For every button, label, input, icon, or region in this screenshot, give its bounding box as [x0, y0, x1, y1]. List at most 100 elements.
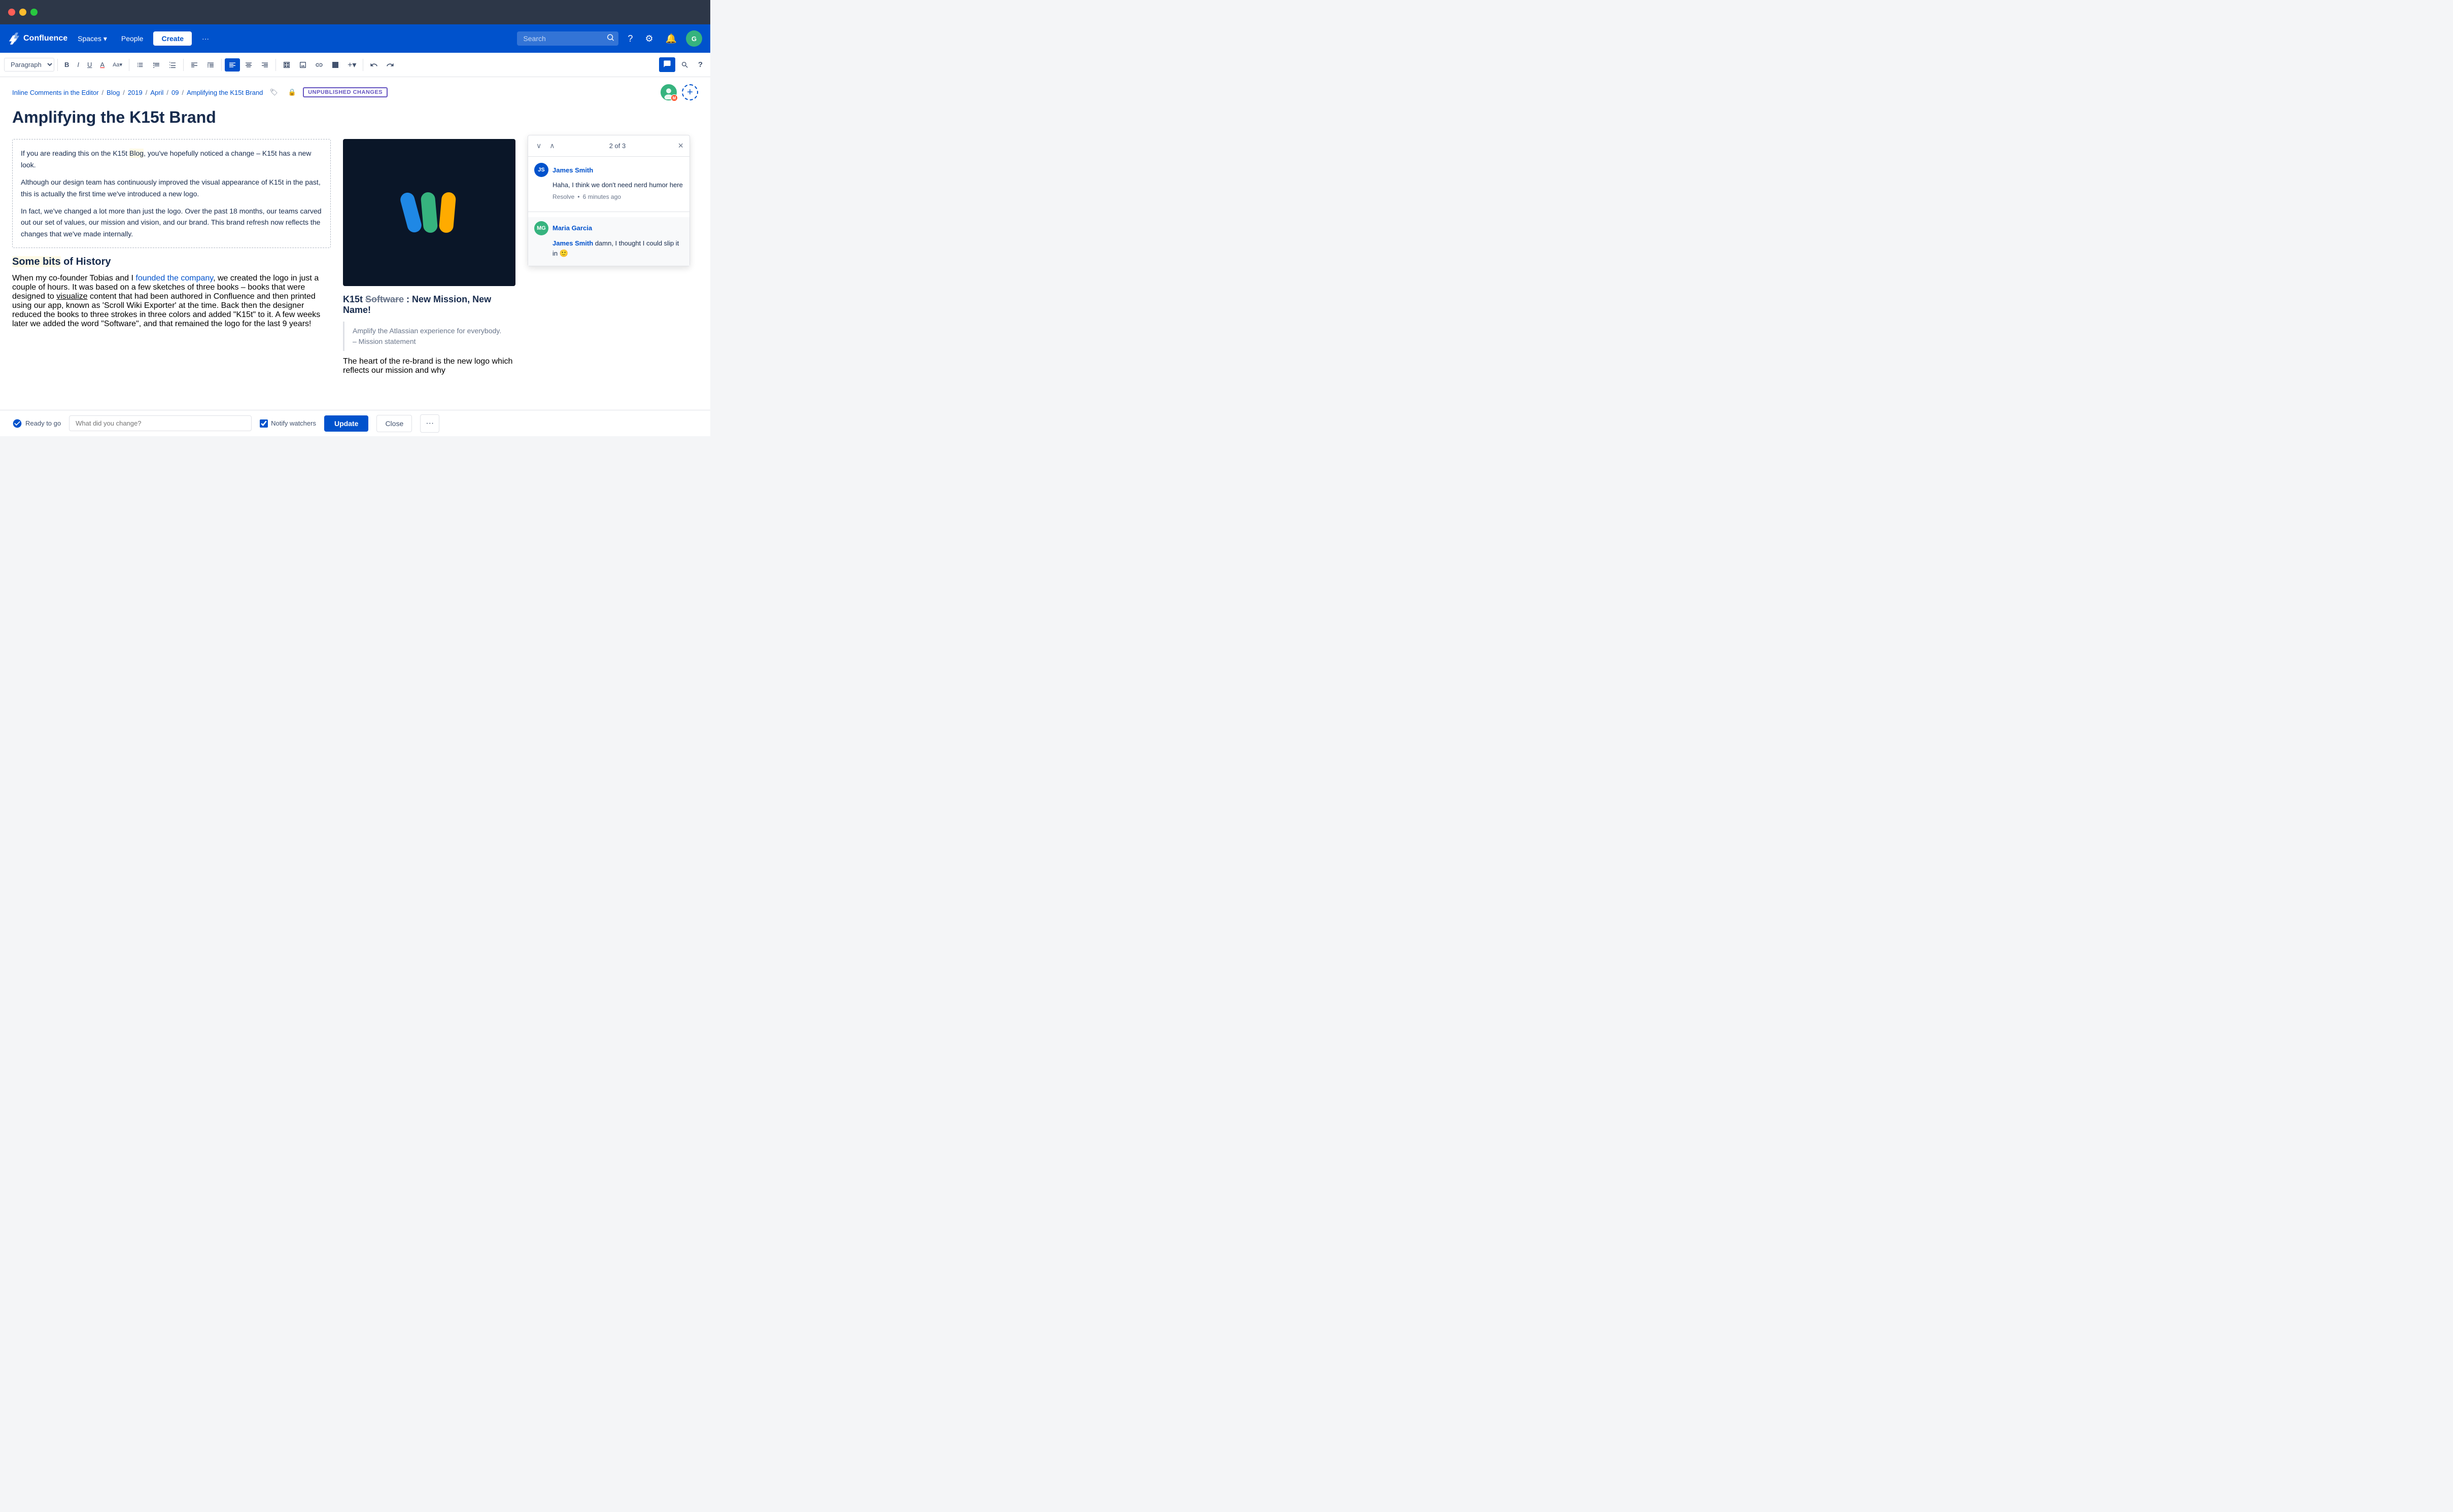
comment-counter: 2 of 3: [561, 142, 674, 150]
notify-watchers-checkbox[interactable]: [260, 419, 268, 428]
breadcrumb-item-2[interactable]: 2019: [128, 89, 143, 96]
close-button[interactable]: Close: [376, 415, 412, 432]
image-icon: [299, 61, 307, 69]
align-left-button[interactable]: [225, 58, 240, 72]
editor-toolbar: Paragraph B I U A Aa▾ +▾: [0, 53, 710, 77]
brand-image: [343, 139, 515, 286]
confluence-logo-icon: [8, 32, 20, 45]
close-window-button[interactable]: [8, 9, 15, 16]
comment-avatar-1: JS: [534, 163, 548, 177]
breadcrumb-sep-3: /: [166, 89, 168, 96]
comment-next-button[interactable]: ∧: [547, 140, 557, 151]
indent-more-icon: [206, 61, 215, 69]
confluence-logo-text: Confluence: [23, 34, 67, 43]
founded-link[interactable]: founded the company: [135, 274, 213, 283]
align-left-icon: [228, 61, 236, 69]
breadcrumb-item-5[interactable]: Amplifying the K15t Brand: [187, 89, 263, 96]
search-input[interactable]: [517, 31, 618, 46]
text-color-button[interactable]: A: [96, 58, 108, 71]
resolve-link[interactable]: Resolve: [552, 193, 574, 200]
bullet-list-button[interactable]: [132, 58, 148, 72]
comment-text-1: Haha, I think we don't need nerd humor h…: [552, 180, 683, 190]
find-button[interactable]: [677, 58, 693, 72]
bottom-bar: Ready to go Notify watchers Update Close…: [0, 410, 710, 436]
more-nav-button[interactable]: ···: [198, 31, 213, 46]
formatting-button[interactable]: Aa▾: [109, 59, 126, 71]
link-button[interactable]: [312, 58, 327, 72]
comment-close-button[interactable]: ×: [678, 140, 683, 151]
mission-box: Amplify the Atlassian experience for eve…: [343, 322, 515, 351]
search-icon-button[interactable]: [607, 34, 614, 43]
layout-button[interactable]: [279, 58, 294, 72]
intro-paragraph-1: If you are reading this on the K15t Blog…: [21, 148, 322, 170]
toolbar-separator-4: [221, 59, 222, 71]
minimize-window-button[interactable]: [19, 9, 26, 16]
fullscreen-window-button[interactable]: [30, 9, 38, 16]
create-button[interactable]: Create: [153, 31, 192, 46]
indent-more-button[interactable]: [203, 58, 218, 72]
update-button[interactable]: Update: [324, 415, 368, 432]
confluence-logo[interactable]: Confluence: [8, 32, 67, 45]
logo-stroke-yellow: [439, 192, 457, 233]
add-collaborator-button[interactable]: +: [682, 84, 698, 100]
underline-button[interactable]: U: [84, 58, 95, 71]
breadcrumb: Inline Comments in the Editor / Blog / 2…: [0, 77, 710, 108]
align-center-icon: [245, 61, 253, 69]
insert-button[interactable]: +▾: [344, 57, 360, 73]
more-options-button[interactable]: ···: [420, 414, 439, 433]
inline-comment-button[interactable]: [659, 57, 675, 72]
comment-thread-1: JS James Smith Haha, I think we don't ne…: [528, 157, 689, 206]
table-button[interactable]: [328, 58, 343, 72]
ready-badge: Ready to go: [12, 418, 61, 429]
breadcrumb-right: M +: [660, 83, 698, 101]
text-block-intro: If you are reading this on the K15t Blog…: [12, 139, 331, 248]
align-center-button[interactable]: [241, 58, 256, 72]
bold-button[interactable]: B: [61, 58, 73, 71]
change-description-input[interactable]: [69, 415, 252, 431]
comment-meta-1: Resolve • 6 minutes ago: [552, 193, 683, 200]
numbered-list-button[interactable]: [149, 58, 164, 72]
logo-stroke-blue: [399, 191, 423, 234]
mission-statement-2: – Mission statement: [353, 336, 507, 347]
tag-button[interactable]: 🏷: [266, 86, 282, 99]
help-nav-button[interactable]: ?: [625, 30, 636, 47]
task-list-button[interactable]: [165, 58, 180, 72]
breadcrumb-item-3[interactable]: April: [150, 89, 163, 96]
ready-label: Ready to go: [25, 419, 61, 427]
table-icon: [331, 61, 339, 69]
breadcrumb-sep-0: /: [102, 89, 104, 96]
breadcrumb-item-1[interactable]: Blog: [107, 89, 120, 96]
mission-statement-1: Amplify the Atlassian experience for eve…: [353, 326, 507, 336]
notifications-nav-button[interactable]: 🔔: [663, 30, 680, 47]
comment-time: 6 minutes ago: [583, 193, 621, 200]
indent-less-icon: [190, 61, 198, 69]
italic-button[interactable]: I: [74, 58, 83, 71]
notify-label: Notify watchers: [271, 419, 316, 427]
undo-icon: [370, 61, 378, 69]
toolbar-right: ?: [659, 57, 706, 72]
bullet-list-icon: [136, 61, 144, 69]
redo-button[interactable]: [383, 58, 398, 72]
comment-prev-button[interactable]: ∨: [534, 140, 543, 151]
undo-button[interactable]: [366, 58, 382, 72]
toolbar-help-button[interactable]: ?: [695, 58, 706, 72]
breadcrumb-item-0[interactable]: Inline Comments in the Editor: [12, 89, 99, 96]
editor-content: Amplifying the K15t Brand If you are rea…: [12, 108, 698, 410]
breadcrumb-item-4[interactable]: 09: [171, 89, 179, 96]
k15t-logo: [404, 192, 455, 233]
people-button[interactable]: People: [117, 31, 148, 46]
breadcrumb-sep-2: /: [146, 89, 148, 96]
settings-nav-button[interactable]: ⚙: [642, 30, 656, 47]
user-avatar-nav[interactable]: G: [686, 30, 702, 47]
lock-button[interactable]: 🔒: [285, 86, 300, 99]
task-list-icon: [168, 61, 177, 69]
paragraph-style-select[interactable]: Paragraph: [4, 58, 54, 72]
spaces-menu-button[interactable]: Spaces ▾: [74, 31, 111, 46]
align-right-button[interactable]: [257, 58, 272, 72]
editor-avatar[interactable]: M: [660, 83, 678, 101]
indent-less-button[interactable]: [187, 58, 202, 72]
heading-rest: of History: [61, 256, 111, 267]
comment-emoji: 🙂: [560, 249, 568, 257]
intro-paragraph-3: In fact, we've changed a lot more than j…: [21, 205, 322, 239]
image-button[interactable]: [295, 58, 310, 72]
